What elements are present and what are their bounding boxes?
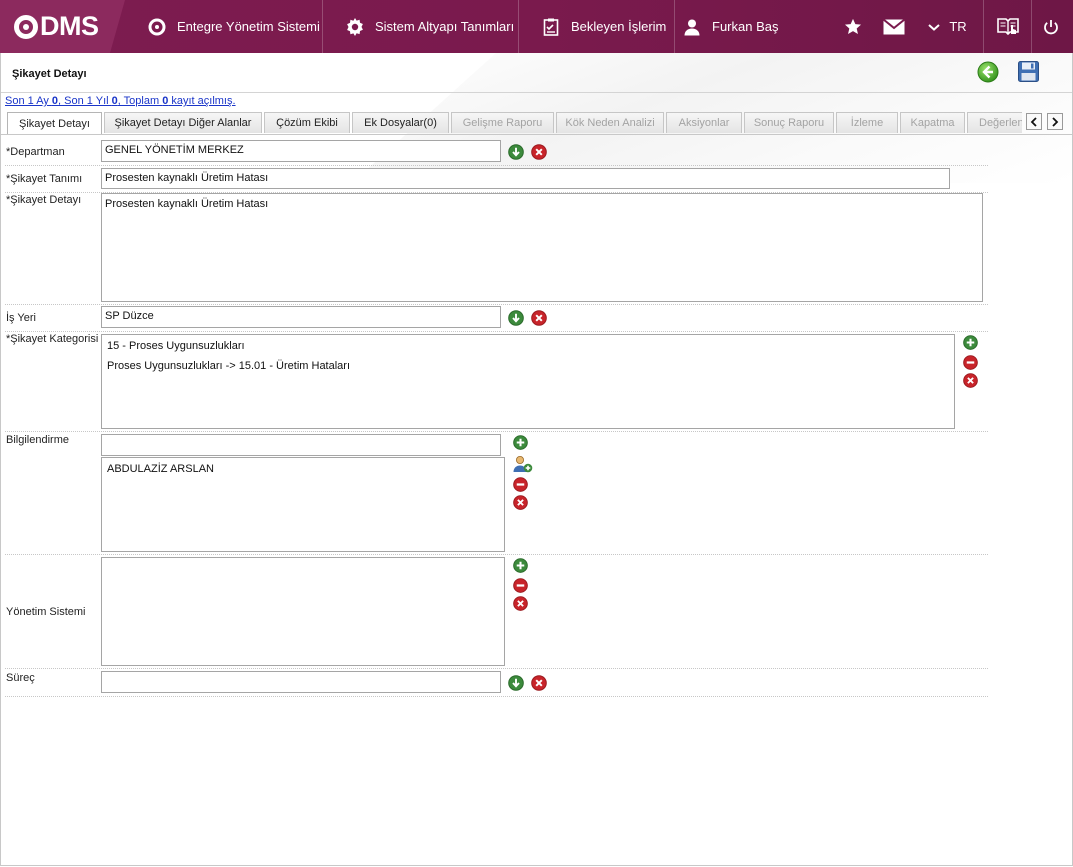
stats-text: , Son 1 Yıl — [58, 95, 112, 107]
sikayet-tanimi-label: *Şikayet Tanımı — [6, 173, 83, 185]
qdms-logo[interactable]: DMS — [14, 10, 99, 43]
nav-entegre-yonetim-sistemi[interactable]: Entegre Yönetim Sistemi — [146, 0, 320, 53]
tab-kapatma[interactable]: Kapatma — [900, 112, 965, 133]
chevron-down-icon[interactable] — [925, 0, 943, 53]
nav-label: Sistem Altyapı Tanımları — [375, 19, 515, 34]
page-title: Şikayet Detayı — [12, 68, 87, 80]
stats-text: , Toplam — [117, 95, 163, 107]
nav-sistem-altyapi-tanimlari[interactable]: Sistem Altyapı Tanımları — [344, 0, 514, 53]
top-navigation-bar: DMS Entegre Yönetim Sistemi Sistem Altya… — [0, 0, 1073, 53]
nav-divider — [322, 0, 323, 53]
remove-icon[interactable] — [513, 578, 528, 593]
surec-field[interactable] — [101, 671, 501, 693]
logo-text: DMS — [40, 11, 99, 41]
nav-divider — [518, 0, 519, 53]
nav-user-profile[interactable]: Furkan Baş — [681, 0, 778, 53]
clipboard-icon — [540, 16, 562, 38]
nav-divider — [983, 0, 984, 53]
logo-q-icon — [14, 14, 38, 39]
tab-gelisme-raporu[interactable]: Gelişme Raporu — [451, 112, 554, 133]
is-yeri-field[interactable]: SP Düzce — [101, 306, 501, 328]
add-icon[interactable] — [963, 335, 978, 350]
row-divider — [5, 696, 988, 697]
list-item[interactable]: Proses Uygunsuzlukları -> 15.01 - Üretim… — [107, 359, 949, 379]
tab-aksiyonlar[interactable]: Aksiyonlar — [666, 112, 742, 133]
save-disk-icon[interactable] — [1018, 61, 1039, 82]
chevron-left-icon — [1030, 116, 1037, 127]
is-yeri-label: İş Yeri — [6, 312, 36, 324]
clear-icon[interactable] — [531, 310, 547, 326]
gear-icon — [344, 16, 366, 38]
nav-label: Bekleyen İşlerim — [571, 19, 667, 34]
tab-cozum-ekibi[interactable]: Çözüm Ekibi — [264, 112, 350, 133]
sikayet-detayi-textarea[interactable]: Prosesten kaynaklı Üretim Hatası — [101, 193, 983, 302]
sikayet-kategorisi-list[interactable]: 15 - Proses Uygunsuzlukları Proses Uygun… — [101, 334, 955, 429]
tab-izleme[interactable]: İzleme — [836, 112, 898, 133]
row-divider — [5, 165, 988, 166]
select-down-icon[interactable] — [508, 310, 524, 326]
guide-book-icon[interactable] — [993, 0, 1023, 53]
select-down-icon[interactable] — [508, 675, 524, 691]
bilgilendirme-input[interactable] — [101, 434, 501, 456]
row-divider — [5, 331, 988, 332]
clear-icon[interactable] — [513, 596, 528, 611]
record-stats-link[interactable]: Son 1 Ay 0, Son 1 Yıl 0, Toplam 0 kayıt … — [5, 95, 236, 107]
nav-divider — [1031, 0, 1032, 53]
tab-strip: Şikayet Detayı Şikayet Detayı Diğer Alan… — [7, 112, 1022, 134]
clear-icon[interactable] — [963, 373, 978, 388]
list-item[interactable]: ABDULAZİZ ARSLAN — [107, 462, 499, 482]
tabs-divider — [1, 134, 1072, 135]
tab-scroll-left-button[interactable] — [1026, 113, 1042, 130]
tab-sikayet-detayi-diger-alanlar[interactable]: Şikayet Detayı Diğer Alanlar — [104, 112, 262, 133]
tab-kok-neden-analizi[interactable]: Kök Neden Analizi — [556, 112, 664, 133]
nav-bekleyen-islerim[interactable]: Bekleyen İşlerim — [540, 0, 666, 53]
clear-icon[interactable] — [531, 144, 547, 160]
sikayet-kategorisi-label: *Şikayet Kategorisi — [6, 333, 99, 345]
power-icon[interactable] — [1040, 0, 1062, 53]
select-down-icon[interactable] — [508, 144, 524, 160]
add-icon[interactable] — [513, 558, 528, 573]
user-name: Furkan Baş — [712, 19, 779, 34]
remove-icon[interactable] — [513, 477, 528, 492]
tab-scroll-right-button[interactable] — [1047, 113, 1063, 130]
add-icon[interactable] — [513, 435, 528, 450]
chevron-right-icon — [1052, 116, 1059, 127]
tab-ek-dosyalar[interactable]: Ek Dosyalar(0) — [352, 112, 449, 133]
tab-sonuc-raporu[interactable]: Sonuç Raporu — [744, 112, 834, 133]
surec-label: Süreç — [6, 672, 35, 684]
stats-text: kayıt açılmış. — [168, 95, 236, 107]
title-divider — [1, 92, 1072, 93]
qdms-icon — [146, 16, 168, 38]
list-item[interactable]: 15 - Proses Uygunsuzlukları — [107, 339, 949, 359]
clear-icon[interactable] — [531, 675, 547, 691]
tab-degerlendirme[interactable]: Değerlen — [967, 112, 1022, 133]
mail-icon[interactable] — [882, 0, 906, 53]
nav-label: Entegre Yönetim Sistemi — [177, 19, 320, 34]
user-icon — [681, 16, 703, 38]
content-panel: Şikayet Detayı Son 1 Ay 0, Son 1 Yıl 0, … — [0, 53, 1073, 866]
back-arrow-icon[interactable] — [977, 61, 999, 83]
departman-field[interactable]: GENEL YÖNETİM MERKEZ — [101, 140, 501, 162]
star-icon[interactable] — [842, 0, 864, 53]
row-divider — [5, 431, 988, 432]
row-divider — [5, 304, 988, 305]
yonetim-sistemi-list[interactable] — [101, 557, 505, 666]
sikayet-detayi-label: *Şikayet Detayı — [6, 194, 82, 206]
bilgilendirme-label: Bilgilendirme — [6, 434, 69, 446]
sikayet-tanimi-field[interactable]: Prosesten kaynaklı Üretim Hatası — [101, 168, 950, 189]
yonetim-sistemi-label: Yönetim Sistemi — [6, 606, 86, 618]
nav-divider — [674, 0, 675, 53]
row-divider — [5, 554, 988, 555]
language-selector[interactable]: TR — [945, 0, 971, 53]
row-divider — [5, 668, 988, 669]
clear-icon[interactable] — [513, 495, 528, 510]
bilgilendirme-list[interactable]: ABDULAZİZ ARSLAN — [101, 457, 505, 552]
remove-icon[interactable] — [963, 355, 978, 370]
stats-text: Son 1 Ay — [5, 95, 52, 107]
tab-sikayet-detayi[interactable]: Şikayet Detayı — [7, 112, 102, 134]
add-user-icon[interactable] — [513, 455, 533, 473]
departman-label: *Departman — [6, 146, 65, 158]
